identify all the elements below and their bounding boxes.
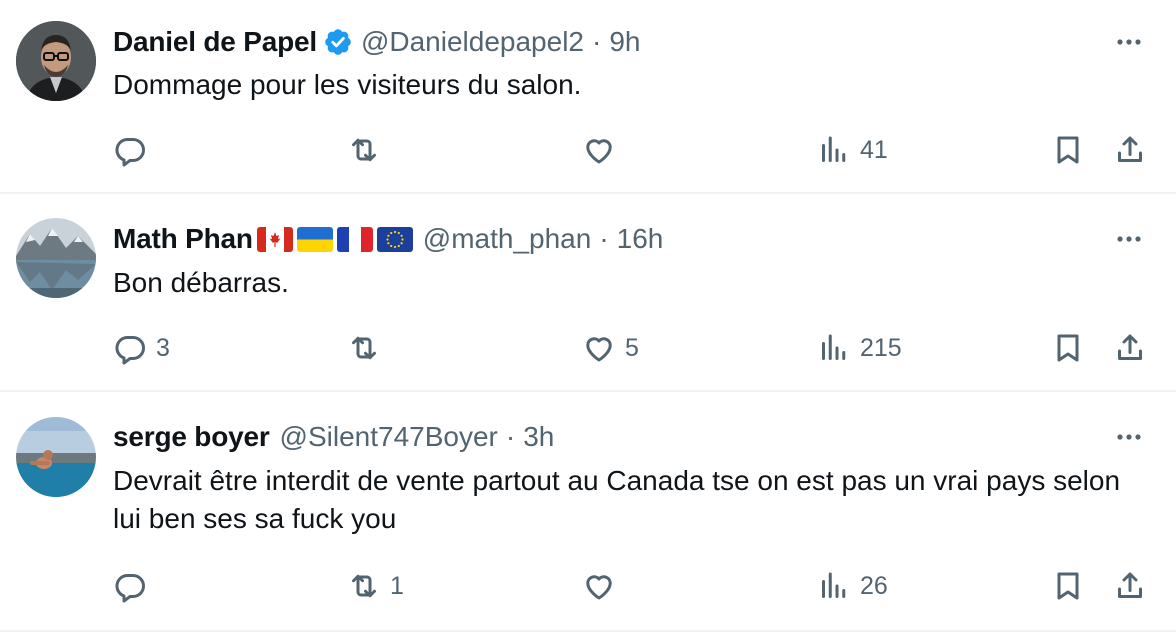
ukraine-flag-icon: [296, 226, 333, 252]
reply-button[interactable]: [112, 566, 156, 606]
retweet-icon: [352, 138, 376, 162]
share-button[interactable]: [1112, 566, 1148, 606]
views-count: 26: [860, 571, 888, 600]
share-button[interactable]: [1112, 130, 1148, 170]
bookmark-icon: [1057, 334, 1079, 362]
tweet-text: Bon débarras.: [113, 267, 289, 298]
share-button[interactable]: [1112, 328, 1148, 368]
canada-flag-icon: [256, 226, 293, 252]
more-icon[interactable]: [1114, 27, 1144, 57]
tweet[interactable]: Daniel de Papel @Danieldepapel2 · 9h Dom…: [0, 0, 1176, 194]
views-icon: [822, 334, 846, 360]
views-button[interactable]: 26: [816, 566, 888, 606]
share-icon: [1118, 572, 1142, 598]
views-button[interactable]: 215: [816, 328, 902, 368]
timestamp[interactable]: 9h: [609, 26, 640, 58]
views-count: 215: [860, 333, 902, 362]
heart-icon: [586, 139, 612, 164]
verified-badge-icon[interactable]: [323, 27, 353, 57]
bookmark-button[interactable]: [1050, 130, 1086, 170]
reply-icon: [115, 336, 145, 365]
reply-button[interactable]: [112, 130, 156, 170]
timestamp[interactable]: 3h: [523, 421, 554, 453]
retweet-button[interactable]: [346, 328, 390, 368]
display-name[interactable]: Daniel de Papel: [113, 26, 317, 58]
more-icon[interactable]: [1114, 224, 1144, 254]
avatar[interactable]: [16, 21, 96, 101]
tweet-header: Math Phan @math_phan · 16h: [113, 219, 663, 259]
avatar[interactable]: [16, 218, 96, 298]
tweet-text: Devrait être interdit de vente partout a…: [113, 465, 1121, 534]
france-flag-icon: [336, 226, 373, 252]
reply-icon: [115, 574, 145, 603]
views-count: 41: [860, 135, 888, 164]
like-button[interactable]: [581, 566, 625, 606]
retweet-count: 1: [390, 571, 404, 600]
like-button[interactable]: [581, 130, 625, 170]
tweet-header: Daniel de Papel @Danieldepapel2 · 9h: [113, 22, 640, 62]
eu-flag-icon: [376, 226, 413, 252]
avatar[interactable]: [16, 417, 96, 497]
retweet-icon: [352, 336, 376, 360]
like-count: 5: [625, 333, 639, 362]
handle[interactable]: @Danieldepapel2: [361, 26, 584, 58]
display-name[interactable]: serge boyer: [113, 421, 270, 453]
bookmark-button[interactable]: [1050, 566, 1086, 606]
tweet-text: Dommage pour les visiteurs du salon.: [113, 69, 582, 100]
tweet[interactable]: serge boyer @Silent747Boyer · 3h Devrait…: [0, 392, 1176, 632]
reply-button[interactable]: 3: [112, 328, 170, 368]
handle[interactable]: @Silent747Boyer: [280, 421, 498, 453]
separator: ·: [599, 223, 609, 254]
separator: ·: [505, 421, 516, 452]
action-bar: 1 26: [0, 566, 1176, 606]
display-name[interactable]: Math Phan: [113, 223, 253, 255]
more-icon[interactable]: [1114, 422, 1144, 452]
views-icon: [822, 572, 846, 598]
timestamp[interactable]: 16h: [617, 223, 664, 255]
separator: ·: [592, 26, 602, 57]
share-icon: [1118, 136, 1142, 162]
retweet-button[interactable]: [346, 130, 390, 170]
like-button[interactable]: 5: [581, 328, 639, 368]
bookmark-icon: [1057, 572, 1079, 600]
retweet-icon: [352, 574, 376, 598]
bookmark-button[interactable]: [1050, 328, 1086, 368]
handle[interactable]: @math_phan: [423, 223, 592, 255]
views-button[interactable]: 41: [816, 130, 888, 170]
retweet-button[interactable]: 1: [346, 566, 404, 606]
action-bar: 3 5 215: [0, 328, 1176, 368]
tweet-header: serge boyer @Silent747Boyer · 3h: [113, 417, 554, 457]
reply-count: 3: [156, 333, 170, 362]
heart-icon: [586, 337, 612, 362]
share-icon: [1118, 334, 1142, 360]
reply-icon: [115, 138, 145, 167]
views-icon: [822, 136, 846, 162]
heart-icon: [586, 575, 612, 600]
tweet[interactable]: Math Phan @math_phan · 16h Bon débarras.…: [0, 194, 1176, 392]
bookmark-icon: [1057, 136, 1079, 164]
action-bar: 41: [0, 130, 1176, 170]
